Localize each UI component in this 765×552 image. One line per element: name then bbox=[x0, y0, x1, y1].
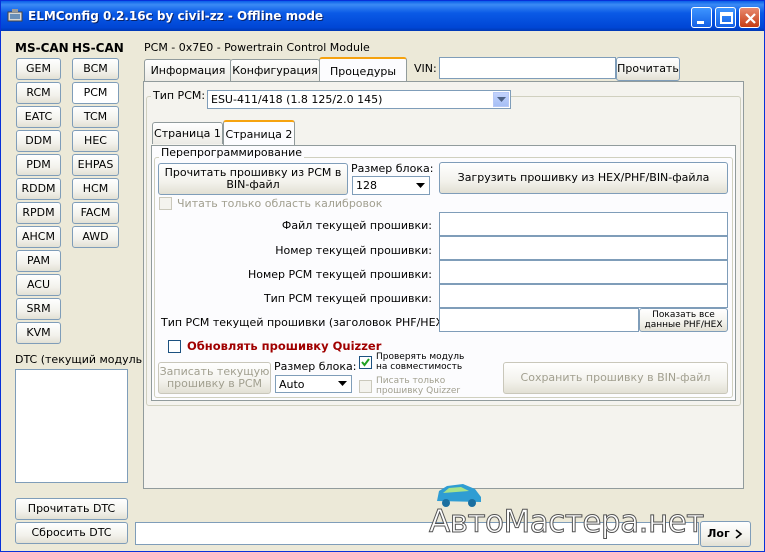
sidebar-item-eatc[interactable]: EATC bbox=[16, 106, 61, 128]
minimize-button[interactable] bbox=[691, 7, 712, 28]
tab-config[interactable]: Конфигурация bbox=[230, 59, 320, 81]
maximize-button[interactable] bbox=[715, 7, 736, 28]
firmware-number-label: Номер текущей прошивки: bbox=[275, 244, 432, 257]
chevron-right-icon bbox=[735, 529, 742, 539]
watermark: АвтоМастера.нет bbox=[429, 504, 705, 541]
tab-info[interactable]: Информация bbox=[144, 59, 232, 81]
pcm-type-fw-label: Тип PCM текущей прошивки: bbox=[263, 292, 432, 305]
block-size-value: 128 bbox=[356, 179, 377, 192]
main-window: ELMConfig 0.2.16c by civil-zz - Offline … bbox=[0, 0, 765, 552]
sidebar-item-acu[interactable]: ACU bbox=[16, 274, 61, 296]
sidebar-item-hcm[interactable]: HCM bbox=[72, 178, 119, 200]
subtab-page1[interactable]: Страница 1 bbox=[152, 122, 223, 144]
vin-read-button[interactable]: Прочитать bbox=[616, 57, 680, 81]
maximize-icon bbox=[720, 12, 733, 24]
pcm-type-value: ESU-411/418 (1.8 125/2.0 145) bbox=[211, 93, 383, 106]
chevron-down-icon bbox=[412, 178, 428, 193]
sidebar-item-kvm[interactable]: KVM bbox=[16, 322, 61, 344]
sidebar-item-pcm[interactable]: PCM bbox=[72, 82, 119, 104]
sidebar-item-facm[interactable]: FACM bbox=[72, 202, 119, 224]
update-quizzer-label: Обновлять прошивку Quizzer bbox=[187, 339, 382, 353]
sidebar-item-tcm[interactable]: TCM bbox=[72, 106, 119, 128]
sidebar-item-rddm[interactable]: RDDM bbox=[16, 178, 61, 200]
close-icon bbox=[745, 13, 756, 24]
tab-procedures[interactable]: Процедуры bbox=[319, 57, 407, 83]
sidebar-item-srm[interactable]: SRM bbox=[16, 298, 61, 320]
minimize-icon bbox=[697, 21, 704, 24]
module-title: PCM - 0x7E0 - Powertrain Control Module bbox=[144, 41, 370, 54]
dtc-list[interactable] bbox=[15, 369, 128, 483]
chevron-down-icon bbox=[334, 377, 350, 391]
pcm-type-header-label: Тип PCM текущей прошивки (заголовок PHF/… bbox=[161, 316, 452, 329]
window-title: ELMConfig 0.2.16c by civil-zz - Offline … bbox=[28, 9, 324, 23]
log-button[interactable]: Лог bbox=[700, 521, 751, 547]
log-button-label: Лог bbox=[707, 527, 730, 540]
sidebar-item-gem[interactable]: GEM bbox=[16, 58, 61, 80]
block-size2-label: Размер блока: bbox=[274, 360, 357, 373]
app-icon bbox=[7, 9, 23, 22]
sidebar-item-hec[interactable]: HEC bbox=[72, 130, 119, 152]
chevron-down-icon bbox=[493, 92, 509, 107]
read-firmware-button[interactable]: Прочитать прошивку из PCM в BIN-файл bbox=[158, 163, 348, 195]
pcm-number-label: Номер PCM текущей прошивки: bbox=[247, 268, 432, 281]
sidebar-item-pam[interactable]: PAM bbox=[16, 250, 61, 272]
block-size-select[interactable]: 128 bbox=[352, 176, 430, 195]
check-compat-label: Проверять модуль на совместимость bbox=[376, 352, 465, 372]
pcm-type-fw-field bbox=[439, 284, 728, 308]
pcm-type-label: Тип PCM: bbox=[151, 89, 208, 102]
save-bin-button[interactable]: Сохранить прошивку в BIN-файл bbox=[503, 362, 728, 394]
write-quizzer-only-checkbox[interactable] bbox=[359, 380, 372, 393]
pcm-number-field bbox=[439, 260, 728, 284]
sidebar-item-rcm[interactable]: RCM bbox=[16, 82, 61, 104]
title-bar[interactable]: ELMConfig 0.2.16c by civil-zz - Offline … bbox=[1, 1, 764, 31]
load-firmware-button[interactable]: Загрузить прошивку из HEX/PHF/BIN-файла bbox=[439, 162, 728, 194]
block-size2-select[interactable]: Auto bbox=[275, 375, 352, 393]
write-firmware-button[interactable]: Записать текущую прошивку в PCM bbox=[158, 362, 271, 394]
sidebar-item-ahcm[interactable]: AHCM bbox=[16, 226, 61, 248]
show-all-data-button[interactable]: Показать все данные PHF/HEX bbox=[639, 308, 728, 332]
dtc-label: DTC (текущий модуль): bbox=[15, 353, 151, 366]
write-quizzer-only-label: Писать только прошивку Quizzer bbox=[376, 376, 461, 396]
subtab-page2[interactable]: Страница 2 bbox=[223, 120, 295, 146]
update-quizzer-checkbox[interactable] bbox=[168, 340, 181, 353]
reprog-group-title: Перепрограммирование bbox=[159, 146, 304, 159]
firmware-number-field bbox=[439, 236, 728, 260]
sidebar-item-pdm[interactable]: PDM bbox=[16, 154, 61, 176]
pcm-type-header-field bbox=[439, 308, 639, 332]
sidebar-item-bcm[interactable]: BCM bbox=[72, 58, 119, 80]
sidebar-item-rpdm[interactable]: RPDM bbox=[16, 202, 61, 224]
pcm-type-select[interactable]: ESU-411/418 (1.8 125/2.0 145) bbox=[207, 90, 511, 109]
read-calib-checkbox[interactable] bbox=[159, 197, 172, 210]
sidebar-item-awd[interactable]: AWD bbox=[72, 226, 119, 248]
current-file-label: Файл текущей прошивки: bbox=[281, 219, 432, 232]
hs-can-header: HS-CAN bbox=[72, 41, 124, 55]
sidebar-item-ddm[interactable]: DDM bbox=[16, 130, 61, 152]
block-size2-value: Auto bbox=[279, 377, 305, 391]
ms-can-header: MS-CAN bbox=[15, 41, 69, 55]
close-button[interactable] bbox=[739, 7, 760, 28]
current-file-field bbox=[439, 212, 728, 236]
check-compat-checkbox[interactable] bbox=[359, 356, 372, 369]
read-calib-label: Читать только область калибровок bbox=[177, 197, 383, 210]
vin-input[interactable] bbox=[439, 57, 616, 79]
read-dtc-button[interactable]: Прочитать DTC bbox=[15, 498, 128, 520]
block-size-label: Размер блока: bbox=[351, 162, 434, 175]
sidebar-item-ehpas[interactable]: EHPAS bbox=[72, 154, 119, 176]
checkmark-icon bbox=[361, 358, 370, 367]
clear-dtc-button[interactable]: Сбросить DTC bbox=[15, 522, 128, 544]
vin-label: VIN: bbox=[414, 62, 437, 75]
